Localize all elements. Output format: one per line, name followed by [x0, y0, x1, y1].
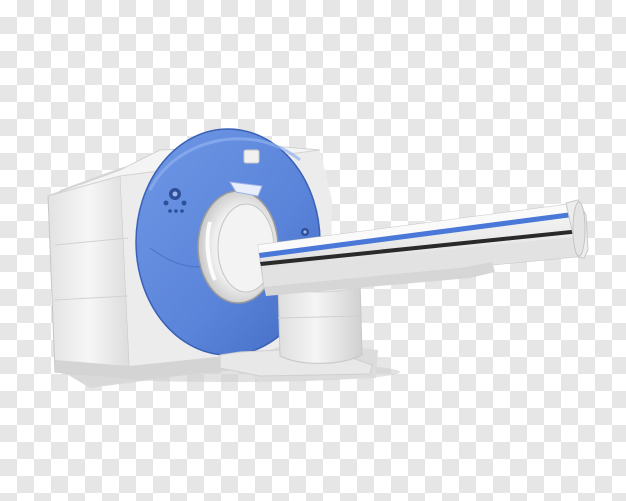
indicator-panel	[243, 149, 260, 164]
ct-scanner-illustration	[47, 128, 589, 388]
checkerboard-background	[0, 0, 626, 501]
